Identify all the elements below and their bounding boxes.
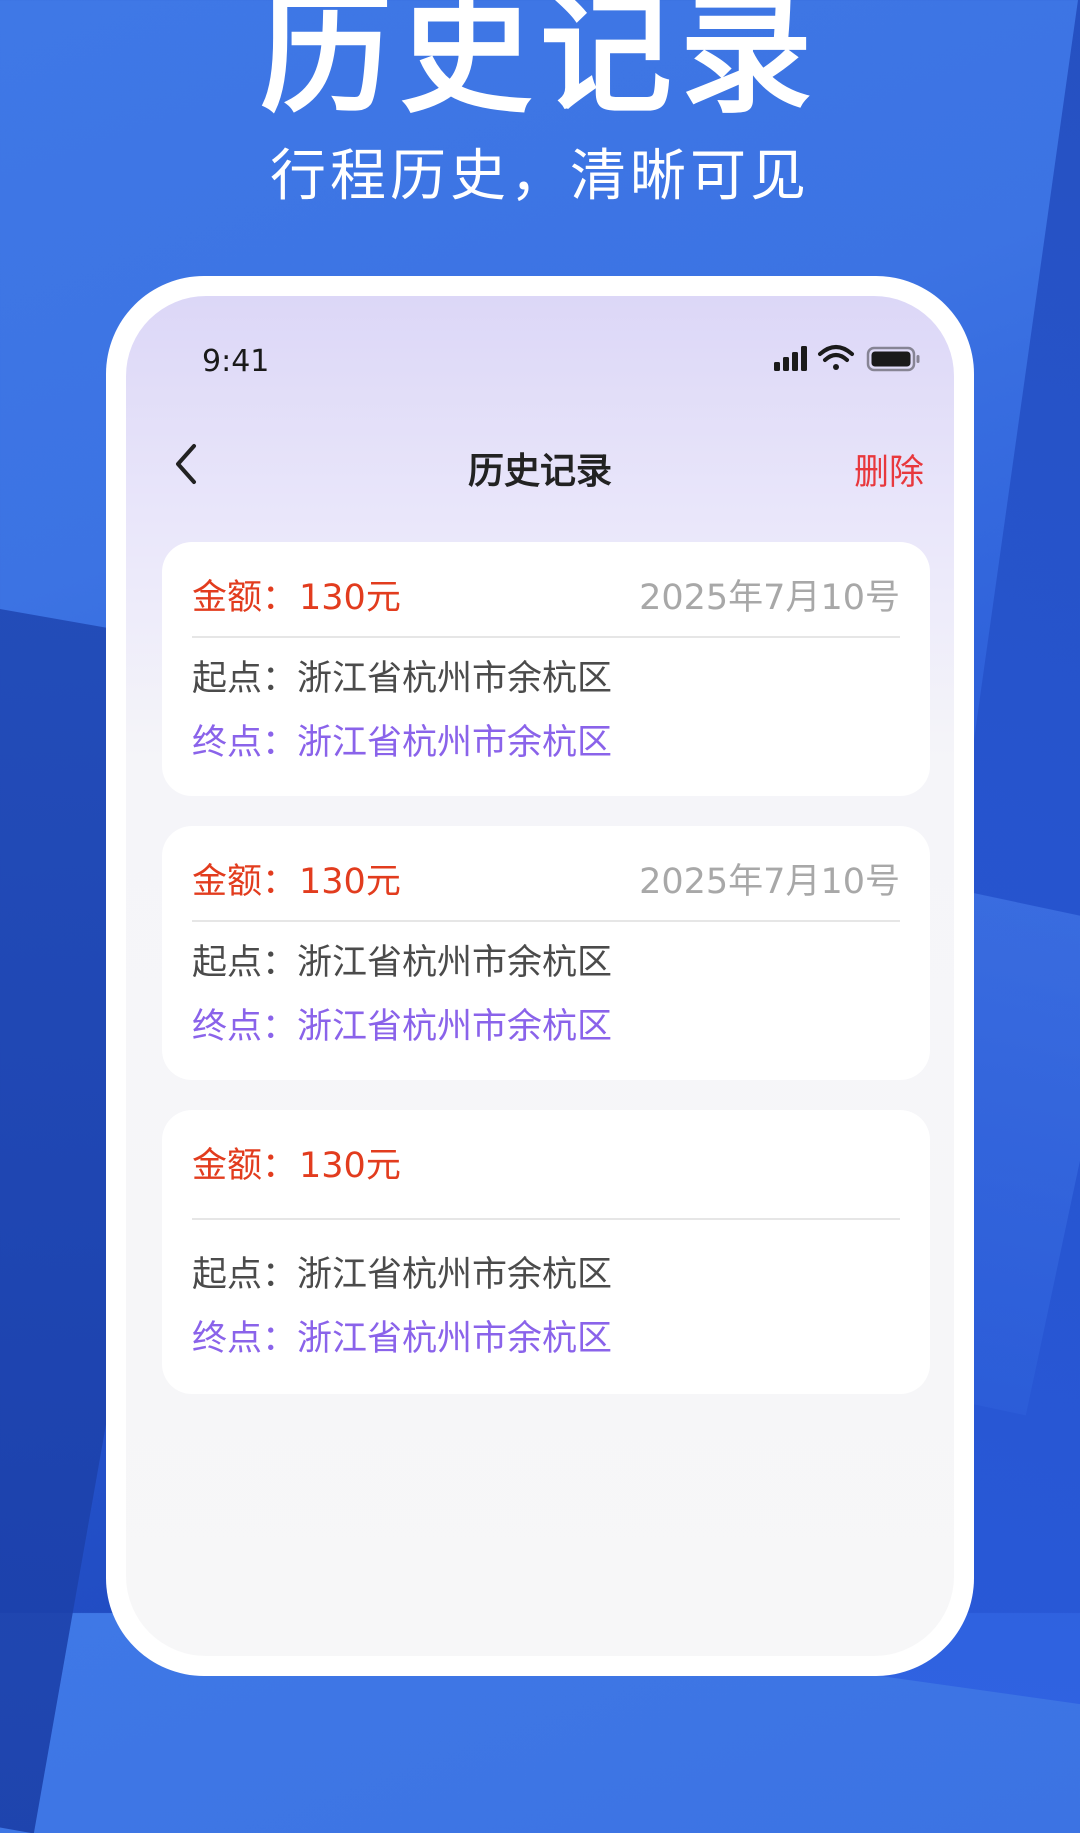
phone-screen: 9:41 历史记录 删除 金额：130元 2025年7月10号 起点：浙江省杭州… xyxy=(126,296,954,1656)
hero-subtitle: 行程历史，清晰可见 xyxy=(270,144,810,209)
start-point: 起点：浙江省杭州市余杭区 xyxy=(192,938,612,988)
wifi-icon xyxy=(818,345,854,370)
amount: 金额：130元 xyxy=(192,570,401,626)
divider xyxy=(192,636,900,638)
battery-icon xyxy=(866,346,920,372)
start-label: 起点： xyxy=(192,943,298,983)
divider xyxy=(192,1218,900,1220)
record-date: 2025年7月10号 xyxy=(639,578,900,618)
end-label: 终点： xyxy=(192,723,298,763)
record-card[interactable]: 金额：130元 起点：浙江省杭州市余杭区 终点：浙江省杭州市余杭区 xyxy=(162,1110,930,1394)
amount-label: 金额： xyxy=(192,862,298,902)
amount: 金额：130元 xyxy=(192,1138,401,1194)
amount-value: 130元 xyxy=(299,1146,401,1186)
record-header: 金额：130元 xyxy=(192,1138,900,1194)
status-time: 9:41 xyxy=(202,344,270,379)
amount-value: 130元 xyxy=(299,862,401,902)
record-card[interactable]: 金额：130元 2025年7月10号 起点：浙江省杭州市余杭区 终点：浙江省杭州… xyxy=(162,826,930,1080)
end-point: 终点：浙江省杭州市余杭区 xyxy=(192,718,612,768)
end-point: 终点：浙江省杭州市余杭区 xyxy=(192,1002,612,1052)
phone-frame: 9:41 历史记录 删除 金额：130元 2025年7月10号 起点：浙江省杭州… xyxy=(106,276,974,1676)
start-value: 浙江省杭州市余杭区 xyxy=(297,943,613,983)
page-title: 历史记录 xyxy=(467,451,612,492)
record-header: 金额：130元 2025年7月10号 xyxy=(192,854,900,910)
amount: 金额：130元 xyxy=(192,854,401,910)
start-point: 起点：浙江省杭州市余杭区 xyxy=(192,654,612,704)
divider xyxy=(192,920,900,922)
end-value: 浙江省杭州市余杭区 xyxy=(297,1007,613,1047)
end-value: 浙江省杭州市余杭区 xyxy=(297,723,613,763)
start-value: 浙江省杭州市余杭区 xyxy=(297,659,613,699)
end-point: 终点：浙江省杭州市余杭区 xyxy=(192,1314,612,1364)
amount-value: 130元 xyxy=(299,578,401,618)
record-date: 2025年7月10号 xyxy=(639,862,900,902)
record-card[interactable]: 金额：130元 2025年7月10号 起点：浙江省杭州市余杭区 终点：浙江省杭州… xyxy=(162,542,930,796)
record-header: 金额：130元 2025年7月10号 xyxy=(192,570,900,626)
amount-label: 金额： xyxy=(192,578,298,618)
end-value: 浙江省杭州市余杭区 xyxy=(297,1319,613,1359)
status-icons xyxy=(774,345,920,372)
end-label: 终点： xyxy=(192,1319,298,1359)
signal-icon xyxy=(774,346,807,371)
delete-button[interactable]: 删除 xyxy=(854,444,924,495)
start-label: 起点： xyxy=(192,659,298,699)
start-value: 浙江省杭州市余杭区 xyxy=(297,1255,613,1295)
hero-title: 历史记录 xyxy=(260,0,820,132)
amount-label: 金额： xyxy=(192,1146,298,1186)
end-label: 终点： xyxy=(192,1007,298,1047)
start-point: 起点：浙江省杭州市余杭区 xyxy=(192,1250,612,1300)
start-label: 起点： xyxy=(192,1255,298,1295)
